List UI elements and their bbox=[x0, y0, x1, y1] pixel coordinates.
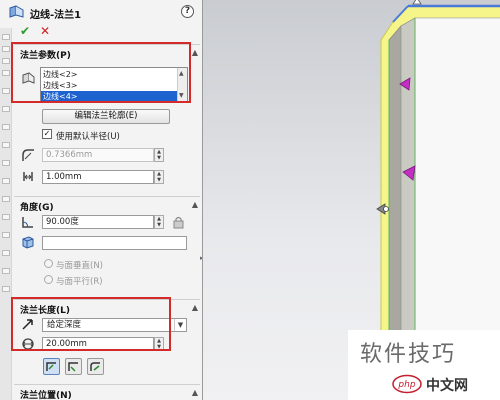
outer-virtual-sharp-icon bbox=[46, 362, 56, 371]
flange-params-title: 法兰参数(P) bbox=[20, 51, 71, 61]
inner-virtual-sharp-icon bbox=[68, 362, 78, 372]
angle-title: 角度(G) bbox=[20, 203, 54, 213]
flange-angle-spinner[interactable]: ▲ ▼ bbox=[154, 215, 164, 229]
php-logo-icon: php bbox=[392, 374, 422, 394]
property-manager-panel: 边线-法兰1 ? ✔ ✕ 法兰参数(P) ▲ 边线<2> 边线<3> 边线<4>… bbox=[0, 0, 202, 400]
flange-length-field[interactable]: 20.00mm bbox=[42, 337, 154, 351]
scroll-up-icon[interactable]: ▲ bbox=[179, 70, 184, 77]
edge-select-icon bbox=[22, 72, 35, 84]
ok-button[interactable]: ✔ bbox=[20, 24, 30, 38]
chevron-down-icon[interactable]: ▼ bbox=[174, 319, 186, 331]
face-selection-field[interactable] bbox=[42, 236, 187, 250]
list-item-selected[interactable]: 边线<4> bbox=[41, 91, 177, 102]
tangent-bend-icon bbox=[90, 362, 100, 371]
face-select-icon bbox=[22, 236, 34, 249]
chevron-up-icon[interactable]: ▲ bbox=[192, 200, 198, 209]
reverse-direction-icon[interactable] bbox=[20, 316, 36, 332]
list-item[interactable]: 边线<2> bbox=[43, 69, 78, 80]
help-icon[interactable]: ? bbox=[181, 5, 194, 18]
parallel-radio[interactable] bbox=[44, 275, 53, 284]
watermark-text: 软件技巧 bbox=[360, 342, 457, 367]
length-icon bbox=[22, 338, 34, 350]
list-item[interactable]: 边线<3> bbox=[43, 80, 78, 91]
flange-params-header[interactable]: 法兰参数(P) ▲ bbox=[14, 44, 200, 61]
panel-title: 边线-法兰1 bbox=[30, 10, 82, 21]
chevron-up-icon[interactable]: ▲ bbox=[192, 388, 198, 397]
angle-header[interactable]: 角度(G) ▲ bbox=[14, 196, 200, 213]
scroll-down-icon[interactable]: ▼ bbox=[179, 92, 184, 99]
flange-length-header[interactable]: 法兰长度(L) ▲ bbox=[14, 299, 200, 316]
flange-length-title: 法兰长度(L) bbox=[20, 306, 70, 316]
bend-radius-icon bbox=[22, 149, 34, 161]
use-default-radius-label: 使用默认半径(U) bbox=[56, 132, 120, 142]
php-logo-text: php bbox=[397, 380, 415, 390]
outer-virtual-sharp-button[interactable] bbox=[43, 358, 60, 375]
lock-icon[interactable] bbox=[170, 214, 186, 230]
end-condition-value: 给定深度 bbox=[47, 320, 82, 330]
watermark-site: 中文网 bbox=[426, 378, 468, 394]
tangent-bend-button[interactable] bbox=[87, 358, 104, 375]
perpendicular-radio[interactable] bbox=[44, 259, 53, 268]
edge-selection-list[interactable]: 边线<2> 边线<3> 边线<4> ▲ ▼ bbox=[40, 67, 188, 103]
edit-flange-profile-button[interactable]: 编辑法兰轮廓(E) bbox=[42, 109, 170, 124]
list-scrollbar[interactable]: ▲ ▼ bbox=[177, 68, 187, 102]
perpendicular-label: 与面垂直(N) bbox=[56, 261, 103, 271]
gap-distance-spinner[interactable]: ▲ ▼ bbox=[154, 170, 164, 184]
parallel-label: 与面平行(R) bbox=[56, 277, 103, 287]
bend-radius-field[interactable]: 0.7366mm bbox=[42, 148, 154, 162]
flange-position-title: 法兰位置(N) bbox=[20, 391, 72, 400]
cancel-button[interactable]: ✕ bbox=[40, 24, 50, 38]
end-condition-select[interactable]: 给定深度 ▼ bbox=[42, 318, 187, 332]
watermark: 软件技巧 php 中文网 bbox=[348, 330, 500, 400]
flange-angle-icon bbox=[22, 217, 33, 228]
use-default-radius-checkbox[interactable]: ✓ bbox=[42, 129, 52, 139]
feature-tree-strip bbox=[0, 28, 12, 400]
gap-distance-icon bbox=[23, 172, 33, 181]
inner-virtual-sharp-button[interactable] bbox=[65, 358, 82, 375]
edge-flange-icon bbox=[9, 5, 24, 18]
panel-title-row: 边线-法兰1 ? bbox=[8, 3, 198, 21]
chevron-up-icon[interactable]: ▲ bbox=[192, 48, 198, 57]
gap-distance-field[interactable]: 1.00mm bbox=[42, 170, 154, 184]
chevron-up-icon[interactable]: ▲ bbox=[192, 303, 198, 312]
flange-length-spinner[interactable]: ▲ ▼ bbox=[154, 337, 164, 351]
flange-position-header[interactable]: 法兰位置(N) ▲ bbox=[14, 384, 200, 400]
flange-angle-field[interactable]: 90.00度 bbox=[42, 215, 154, 229]
bend-radius-spinner[interactable]: ▲ ▼ bbox=[154, 148, 164, 162]
